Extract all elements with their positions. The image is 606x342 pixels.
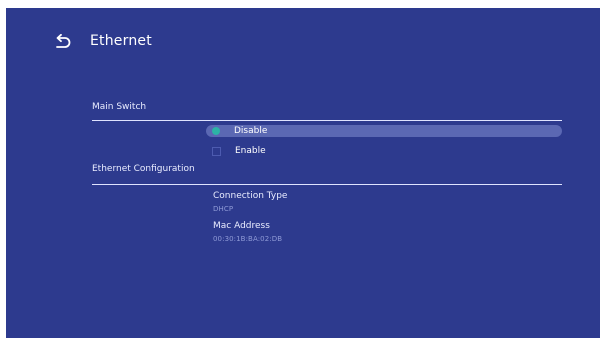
connection-type-value: DHCP [213,205,234,213]
option-disable-label: Disable [234,126,268,136]
mac-address-label: Mac Address [213,221,270,231]
configuration-divider [92,184,562,185]
mac-address-value: 00:30:1B:BA:02:DB [213,235,283,243]
main-switch-divider [92,120,562,121]
main-switch-label: Main Switch [92,102,147,112]
ethernet-configuration-label: Ethernet Configuration [92,164,195,174]
page-title: Ethernet [90,33,152,49]
back-arrow-icon[interactable] [52,33,72,52]
settings-screen: Ethernet Main Switch Disable Enable Ethe… [6,8,600,338]
radio-unselected-icon [212,146,221,156]
radio-selected-icon [212,127,220,135]
option-enable[interactable]: Enable [206,145,562,157]
connection-type-label: Connection Type [213,191,288,201]
option-disable[interactable]: Disable [206,125,562,137]
option-enable-label: Enable [235,146,266,156]
